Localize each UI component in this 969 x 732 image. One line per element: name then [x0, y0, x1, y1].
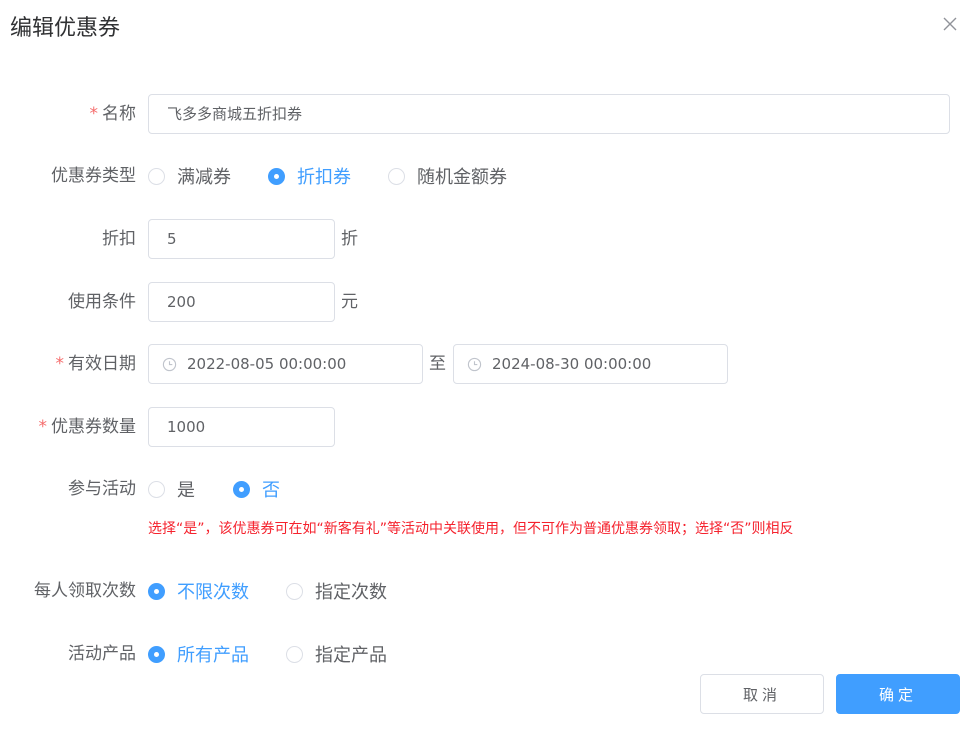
- condition-unit: 元: [341, 292, 358, 312]
- radio-specified-times[interactable]: 指定次数: [286, 571, 387, 611]
- quantity-label: * 优惠券数量: [38, 417, 137, 437]
- radio-circle: [233, 480, 250, 498]
- required-mark: *: [55, 354, 65, 374]
- radio-circle: [148, 582, 165, 600]
- form-row-valid-date: * 有效日期 2022-08-05 00:00:00 至 2024-08-30 0…: [0, 344, 969, 384]
- dialog-title: 编辑优惠券: [10, 16, 121, 41]
- form-row-condition: 使用条件 200 元: [0, 282, 969, 322]
- form-row-quantity: * 优惠券数量 1000: [0, 407, 969, 447]
- valid-date-label: * 有效日期: [55, 354, 137, 374]
- form-row-coupon-type: 优惠券类型 满减券 折扣券 随机金额券: [0, 156, 969, 196]
- quantity-input[interactable]: 1000: [148, 407, 335, 447]
- form-row-activity: 参与活动 是 否: [0, 469, 969, 509]
- activity-hint: 选择“是”，该优惠券可在如“新客有礼”等活动中关联使用，但不可作为普通优惠券领取…: [148, 521, 794, 537]
- cancel-button[interactable]: 取消: [700, 674, 824, 714]
- date-separator: 至: [429, 354, 446, 374]
- radio-unlimited[interactable]: 不限次数: [148, 571, 249, 611]
- required-mark: *: [89, 104, 99, 124]
- name-input[interactable]: 飞多多商城五折扣券: [148, 94, 950, 134]
- products-label: 活动产品: [68, 644, 136, 664]
- clock-icon: [162, 357, 177, 372]
- discount-input[interactable]: 5: [148, 219, 335, 259]
- radio-discount[interactable]: 折扣券: [268, 156, 351, 196]
- start-date-input[interactable]: 2022-08-05 00:00:00: [148, 344, 423, 384]
- radio-circle: [286, 582, 303, 600]
- radio-specified-products[interactable]: 指定产品: [286, 634, 387, 674]
- form-row-discount: 折扣 5 折: [0, 219, 969, 259]
- radio-full-reduction[interactable]: 满减券: [148, 156, 231, 196]
- form-row-claim-limit: 每人领取次数 不限次数 指定次数: [0, 571, 969, 611]
- form-row-products: 活动产品 所有产品 指定产品: [0, 634, 969, 674]
- confirm-button[interactable]: 确定: [836, 674, 960, 714]
- radio-circle: [148, 167, 165, 185]
- radio-circle: [148, 480, 165, 498]
- activity-label: 参与活动: [68, 479, 136, 499]
- required-mark: *: [38, 417, 48, 437]
- condition-input[interactable]: 200: [148, 282, 335, 322]
- radio-circle: [286, 645, 303, 663]
- claim-limit-label: 每人领取次数: [34, 581, 136, 601]
- radio-activity-no[interactable]: 否: [233, 469, 280, 509]
- condition-label: 使用条件: [68, 292, 136, 312]
- form-row-name: * 名称 飞多多商城五折扣券: [0, 94, 969, 134]
- radio-random-amount[interactable]: 随机金额券: [388, 156, 507, 196]
- radio-circle: [388, 167, 405, 185]
- discount-label: 折扣: [102, 229, 136, 249]
- radio-activity-yes[interactable]: 是: [148, 469, 195, 509]
- name-label: * 名称: [89, 104, 137, 124]
- clock-icon: [467, 357, 482, 372]
- coupon-type-label: 优惠券类型: [51, 166, 136, 186]
- discount-unit: 折: [341, 229, 358, 249]
- radio-all-products[interactable]: 所有产品: [148, 634, 249, 674]
- radio-circle: [268, 167, 285, 185]
- radio-circle: [148, 645, 165, 663]
- end-date-input[interactable]: 2024-08-30 00:00:00: [453, 344, 728, 384]
- close-icon[interactable]: [940, 14, 960, 34]
